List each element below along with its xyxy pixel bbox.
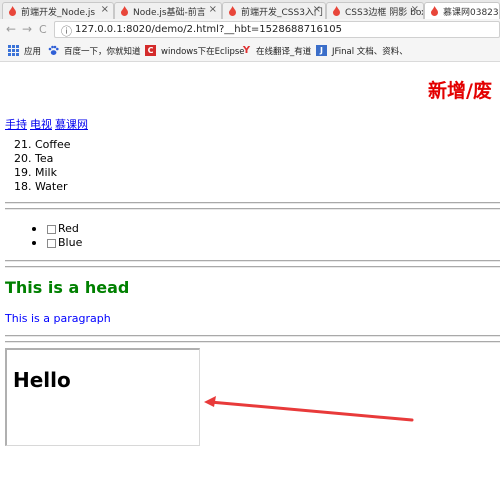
close-icon[interactable]: × [101, 4, 109, 15]
bullet [32, 241, 36, 245]
divider [5, 335, 500, 337]
divider [5, 260, 500, 262]
page-heading-red: 新增/废 [428, 80, 492, 102]
bookmark-eclipse[interactable]: windows下在Eclipse [161, 45, 245, 57]
divider [5, 341, 500, 343]
browser-tab[interactable]: 前端开发_CSS3入门 × [222, 2, 326, 19]
jfinal-icon: J [316, 45, 327, 56]
browser-tab-active[interactable]: 慕课网038235时 [424, 2, 500, 19]
divider [5, 202, 500, 204]
browser-tab[interactable]: 前端开发_Node.js × [2, 2, 114, 19]
youdao-icon: Y [242, 45, 251, 56]
link-handheld[interactable]: 手持 [5, 118, 27, 131]
tab-title: 前端开发_Node.js [21, 8, 96, 18]
list-item: 19. Milk [14, 166, 57, 179]
bookmark-apps[interactable]: 应用 [24, 45, 41, 57]
paw-icon [48, 45, 59, 56]
c-logo-icon: C [145, 45, 156, 56]
bookmarks-bar: 应用 百度一下，你就知道 C windows下在Eclipse Y 在线翻译_有… [0, 41, 500, 62]
link-row: 手持 电视 慕课网 [5, 116, 91, 132]
list-item: 21. Coffee [14, 138, 71, 151]
bullet [32, 227, 36, 231]
annotation-arrow-icon [204, 396, 414, 422]
forward-arrow-icon[interactable]: → [22, 22, 32, 36]
close-icon[interactable]: × [411, 4, 419, 15]
back-arrow-icon[interactable]: ← [6, 22, 16, 36]
flame-icon [431, 6, 438, 16]
flame-icon [333, 6, 340, 16]
browser-tab[interactable]: CSS3边框 阴影 box × [326, 2, 424, 19]
list-item: 20. Tea [14, 152, 54, 165]
url-text: 127.0.0.1:8020/demo/2.html?__hbt=1528688… [75, 24, 342, 35]
flame-icon [9, 6, 16, 16]
link-imooc[interactable]: 慕课网 [55, 118, 88, 131]
bookmark-baidu[interactable]: 百度一下，你就知道 [64, 45, 141, 57]
tab-strip: 前端开发_Node.js × Node.js基础-前言 × 前端开发_CSS3入… [0, 0, 500, 20]
url-input[interactable]: ⓘ 127.0.0.1:8020/demo/2.html?__hbt=15286… [54, 21, 500, 38]
checkbox-label: Blue [58, 236, 83, 249]
hello-box: Hello [5, 348, 200, 446]
section-heading: This is a head [5, 278, 130, 297]
paragraph: This is a paragraph [5, 312, 111, 325]
browser-tab[interactable]: Node.js基础-前言 × [114, 2, 222, 19]
tab-title: 前端开发_CSS3入门 [241, 8, 323, 18]
divider [5, 266, 500, 268]
list-item: 18. Water [14, 180, 68, 193]
checkbox-label: Red [58, 222, 79, 235]
link-tv[interactable]: 电视 [30, 118, 52, 131]
apps-grid-icon[interactable] [8, 45, 19, 56]
flame-icon [121, 6, 128, 16]
bookmark-jfinal[interactable]: JFinal 文档、资料、 [332, 45, 408, 57]
checkbox[interactable] [47, 239, 56, 248]
address-bar: ← → C ⓘ 127.0.0.1:8020/demo/2.html?__hbt… [0, 19, 500, 41]
tab-title: Node.js基础-前言 [133, 8, 206, 18]
close-icon[interactable]: × [209, 4, 217, 15]
box-heading: Hello [13, 368, 71, 392]
close-icon[interactable]: × [313, 4, 321, 15]
checkbox[interactable] [47, 225, 56, 234]
tab-title: 慕课网038235时 [443, 8, 499, 18]
info-icon[interactable]: ⓘ [61, 23, 72, 39]
divider [5, 208, 500, 210]
flame-icon [229, 6, 236, 16]
reload-icon[interactable]: C [39, 23, 47, 36]
bookmark-youdao[interactable]: 在线翻译_有道 [256, 45, 311, 57]
